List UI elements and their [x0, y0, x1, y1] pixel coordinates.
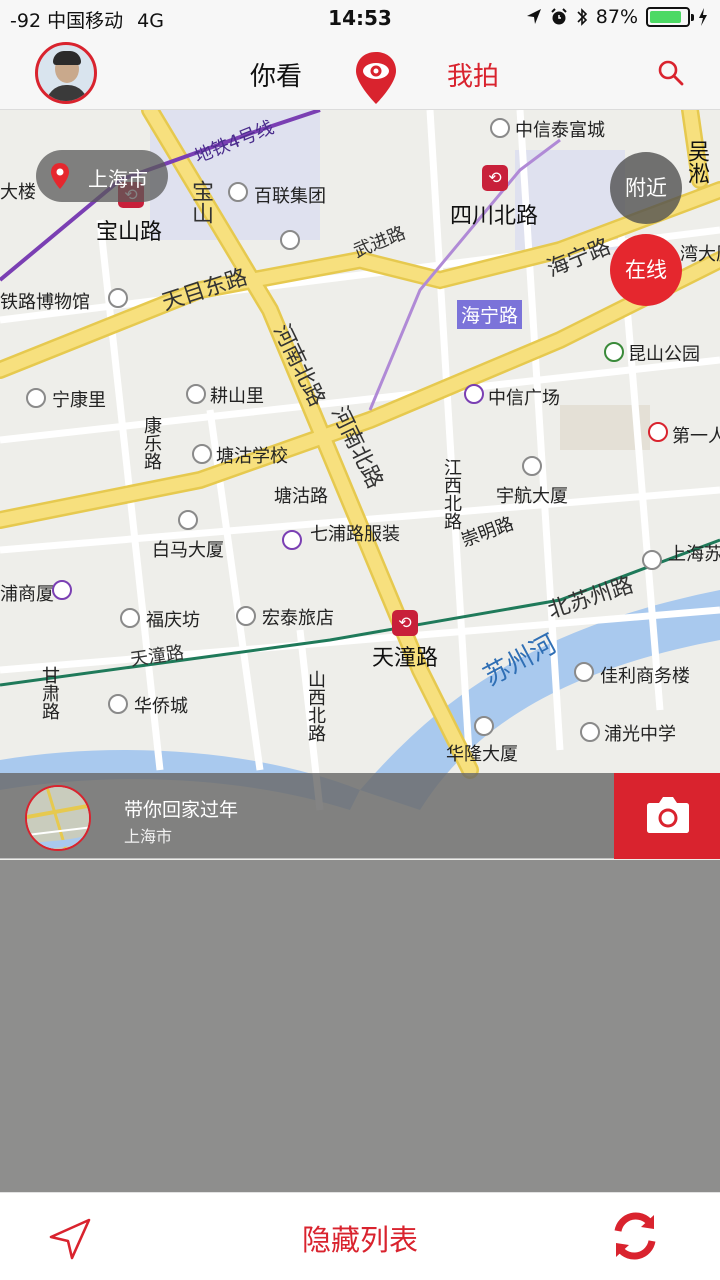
status-bar: -92 中国移动 4G 14:53 87% [0, 0, 720, 36]
location-pin-icon [51, 163, 69, 189]
map-label: 耕山里 [210, 386, 264, 407]
poi-marker [474, 716, 494, 736]
poi-marker [648, 422, 668, 442]
metro-station-icon: ⟲ [482, 165, 508, 191]
map-label: 宝山 [188, 180, 213, 224]
poi-marker [120, 608, 140, 628]
nearby-button[interactable]: 附近 [610, 152, 682, 224]
camera-icon [647, 797, 689, 833]
map-label: 大楼 [0, 182, 36, 203]
map-label: 华隆大厦 [446, 744, 518, 765]
map-label: 宁康里 [52, 390, 106, 411]
search-icon[interactable] [656, 58, 686, 88]
poi-marker [280, 230, 300, 250]
status-icons: 87% [526, 6, 708, 28]
poi-marker [522, 456, 542, 476]
map-label: 康乐路 [141, 416, 162, 470]
refresh-icon[interactable] [608, 1209, 662, 1263]
list-item-subtitle: 上海市 [124, 827, 173, 846]
map-label: 浦光中学 [604, 724, 676, 745]
map-label: 塘沽路 [274, 486, 328, 507]
bottom-toolbar: 隐藏列表 [0, 1192, 720, 1280]
charging-icon [699, 8, 707, 26]
city-selector[interactable]: 上海市 [36, 150, 168, 202]
map-label: 塘沽学校 [216, 446, 288, 467]
poi-marker [192, 444, 212, 464]
map-label: 宝山路 [96, 220, 163, 245]
poi-marker [52, 580, 72, 600]
map-label: 天潼路 [372, 646, 439, 671]
alarm-icon [551, 8, 567, 25]
map-label: 白马大厦 [152, 540, 224, 561]
poi-marker [186, 384, 206, 404]
list-item[interactable]: 带你回家过年 上海市 [0, 773, 720, 859]
battery-percent: 87% [595, 6, 638, 28]
poi-marker [228, 182, 248, 202]
list-panel-empty-area [0, 860, 720, 1192]
camera-button[interactable] [614, 773, 720, 859]
top-nav-bar: 你看 我拍 [0, 36, 720, 110]
poi-marker [642, 550, 662, 570]
map-label: 百联集团 [254, 186, 326, 207]
map-label: 上海苏 [668, 544, 720, 565]
battery-icon [646, 7, 694, 27]
map-label: 中信广场 [488, 388, 560, 409]
list-item-title: 带你回家过年 [124, 799, 239, 821]
list-item-thumbnail [25, 785, 91, 851]
map-label: 甘肃路 [39, 666, 60, 720]
map-label: 江西北路 [441, 458, 462, 530]
poi-marker [178, 510, 198, 530]
avatar[interactable] [35, 42, 97, 104]
map-label: 山西北路 [305, 670, 326, 742]
eye-pin-logo-icon[interactable] [352, 50, 400, 106]
tab-i-shoot[interactable]: 我拍 [447, 56, 499, 93]
map-label: 华侨城 [134, 696, 188, 717]
map-label: 宏泰旅店 [262, 608, 334, 629]
metro-station-icon: ⟲ [392, 610, 418, 636]
map-label: 宇航大厦 [496, 486, 568, 507]
map-label: 七浦路服装 [310, 524, 400, 545]
poi-marker [282, 530, 302, 550]
poi-marker [604, 342, 624, 362]
map-label: 昆山公园 [628, 344, 700, 365]
map-label: 佳利商务楼 [600, 666, 690, 687]
map-label: 第一人 [672, 426, 720, 447]
poi-marker [236, 606, 256, 626]
tab-you-see[interactable]: 你看 [250, 56, 302, 93]
map-label: 海宁路 [457, 300, 523, 329]
map-label: 中信泰富城 [515, 120, 605, 141]
map-label: 吴淞 [684, 140, 709, 184]
map-label: 四川北路 [450, 204, 539, 229]
map-label: 湾大厦 [680, 244, 720, 265]
location-arrow-icon [526, 9, 541, 24]
city-name: 上海市 [88, 167, 148, 191]
poi-marker [490, 118, 510, 138]
poi-marker [464, 384, 484, 404]
poi-marker [108, 694, 128, 714]
map-label: 铁路博物馆 [0, 292, 90, 313]
online-button[interactable]: 在线 [610, 234, 682, 306]
poi-marker [580, 722, 600, 742]
battery-level [650, 11, 682, 23]
bluetooth-icon [577, 8, 587, 26]
poi-marker [108, 288, 128, 308]
map-label: 福庆坊 [146, 610, 200, 631]
poi-marker [574, 662, 594, 682]
poi-marker [26, 388, 46, 408]
map-label: 浦商厦 [0, 584, 54, 605]
